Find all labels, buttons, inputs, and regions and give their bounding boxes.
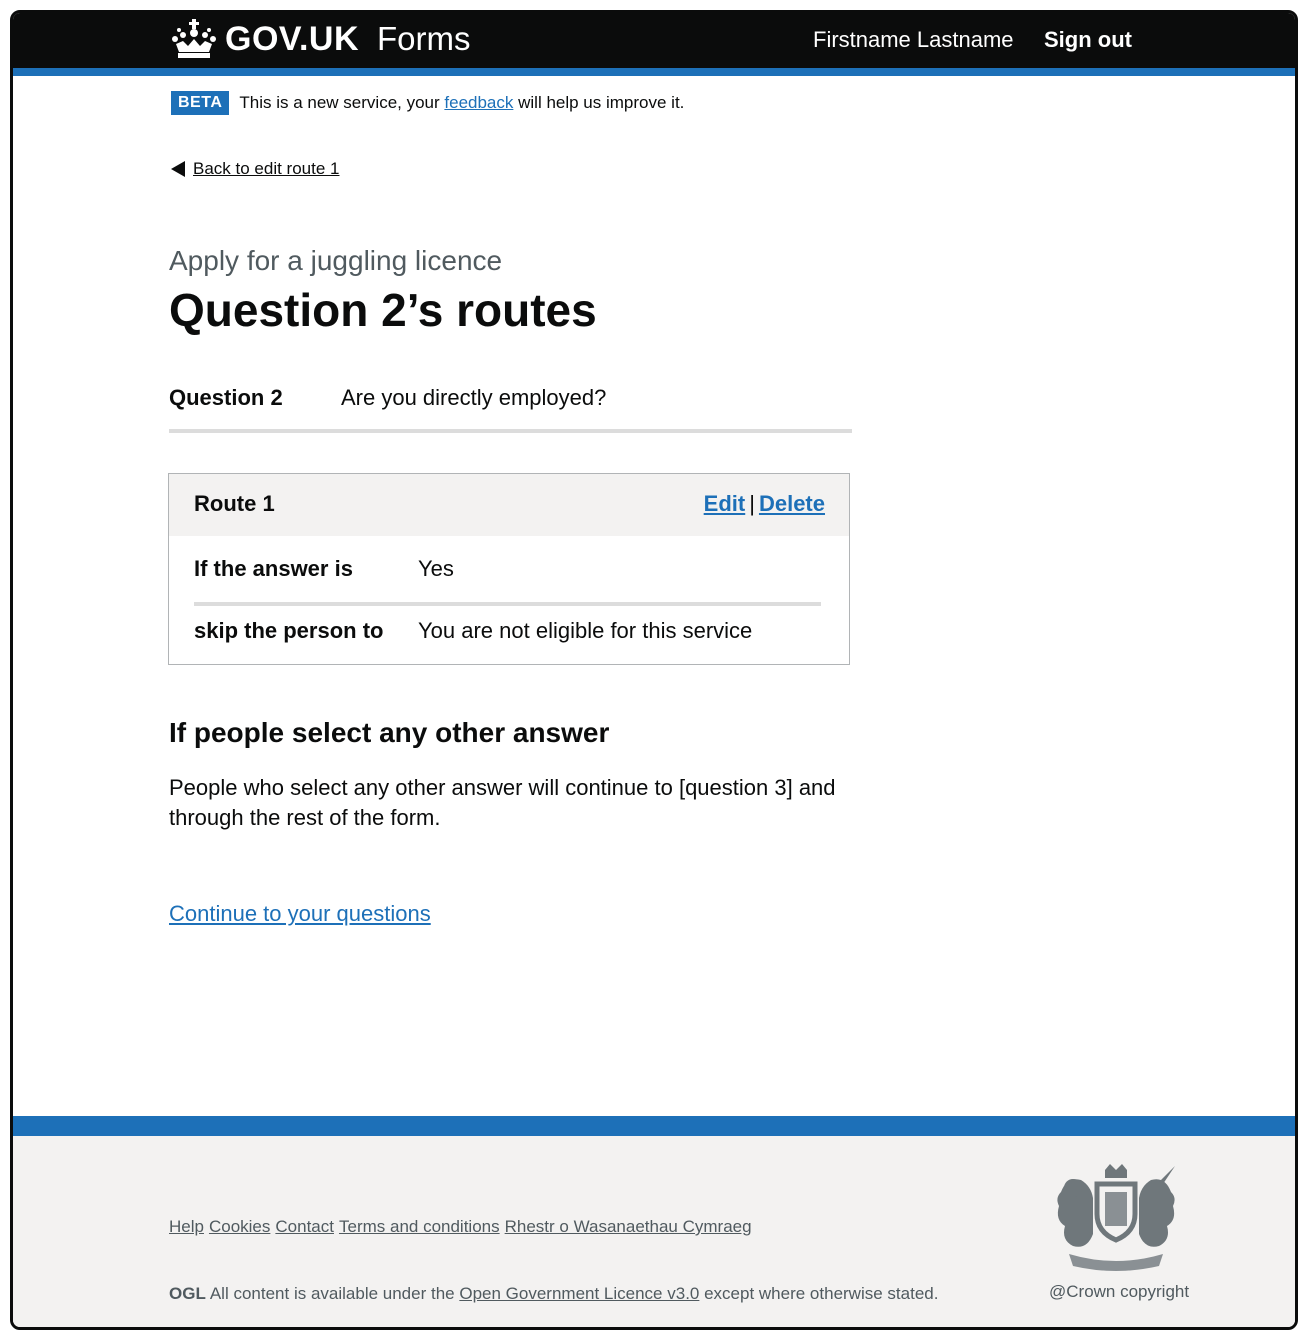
footer-link-help[interactable]: Help <box>169 1217 204 1236</box>
page-title: Question 2’s routes <box>169 284 597 336</box>
service-name: Forms <box>377 20 471 57</box>
route-title: Route 1 <box>194 491 275 516</box>
delete-route-link[interactable]: Delete <box>759 491 825 516</box>
site-header: GOV.UK Forms Firstname Lastname Sign out <box>13 13 1295 68</box>
condition-value: Yes <box>418 556 454 581</box>
footer-link-cookies[interactable]: Cookies <box>209 1217 270 1236</box>
licence-statement: OGL All content is available under the Op… <box>169 1284 939 1303</box>
ogl-licence-link[interactable]: Open Government Licence v3.0 <box>459 1284 699 1303</box>
crown-copyright: @Crown copyright <box>1049 1282 1190 1301</box>
footer-link-contact[interactable]: Contact <box>275 1217 334 1236</box>
continue-link[interactable]: Continue to your questions <box>169 901 431 927</box>
route-condition-row: If the answer is Yes <box>194 536 821 606</box>
header-blue-stripe <box>13 68 1295 76</box>
route-card: Route 1 Edit | Delete If the answer is Yes… <box>168 473 850 665</box>
destination-key: skip the person to <box>194 618 384 643</box>
back-link[interactable]: Back to edit route 1 <box>171 159 339 179</box>
feedback-link[interactable]: feedback <box>444 93 513 112</box>
site-footer: Help Cookies Contact Terms and conditions Rh… <box>13 1136 1295 1327</box>
edit-route-link[interactable]: Edit <box>704 491 746 516</box>
phase-banner-text: This is a new service, your feedback wil… <box>239 93 685 112</box>
question-value: Are you directly employed? <box>341 385 607 410</box>
question-summary-row: Question 2 Are you directly employed? <box>169 383 852 433</box>
user-name: Firstname Lastname <box>813 27 1014 52</box>
crown-icon <box>172 19 216 58</box>
footer-blue-stripe <box>13 1116 1295 1136</box>
sign-out-link[interactable]: Sign out <box>1044 27 1132 53</box>
destination-value: You are not eligible for this service <box>418 618 753 643</box>
footer-link-terms[interactable]: Terms and conditions <box>339 1217 500 1236</box>
question-key: Question 2 <box>169 385 283 410</box>
royal-crest-icon <box>1057 1164 1175 1271</box>
beta-tag: BETA <box>171 91 230 115</box>
route-card-header: Route 1 Edit | Delete <box>169 474 849 536</box>
action-separator: | <box>749 491 755 516</box>
browser-frame: GOV.UK Forms Firstname Lastname Sign out… <box>10 10 1298 1330</box>
page-caption: Apply for a juggling licence <box>169 245 503 276</box>
route-destination-row: skip the person to You are not eligible … <box>194 606 821 664</box>
govuk-logo-text: GOV.UK <box>225 19 360 58</box>
condition-key: If the answer is <box>194 556 353 581</box>
back-arrow-icon <box>171 161 185 177</box>
other-answer-body: People who select any other answer will … <box>169 775 836 830</box>
other-answer-heading: If people select any other answer <box>169 717 610 748</box>
ogl-logo: OGL <box>169 1284 206 1303</box>
route-actions: Edit | Delete <box>704 491 825 517</box>
footer-link-welsh-services[interactable]: Rhestr o Wasanaethau Cymraeg <box>505 1217 752 1236</box>
govuk-logo-link[interactable]: GOV.UK Forms <box>171 19 471 59</box>
phase-banner: BETA This is a new service, your feedbac… <box>171 91 684 115</box>
footer-links: Help Cookies Contact Terms and conditions Rh… <box>169 1217 757 1237</box>
